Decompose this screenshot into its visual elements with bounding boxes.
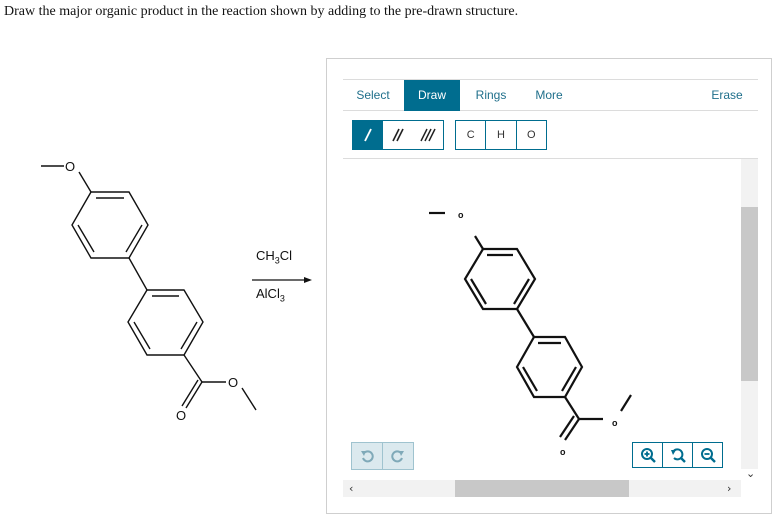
- structure-editor: Select Draw Rings More Erase C H O o o o…: [326, 58, 772, 514]
- canvas-atom-o-ester[interactable]: o: [612, 418, 618, 428]
- scroll-right-arrow-icon[interactable]: ›: [727, 482, 731, 495]
- reagent-line-2: AlCl3: [256, 286, 285, 304]
- reagent-line-1: CH3Cl: [256, 248, 293, 266]
- vertical-scrollbar[interactable]: [741, 159, 758, 469]
- zoom-in-button[interactable]: [632, 442, 663, 468]
- reaction-arrow: [252, 277, 312, 283]
- zoom-out-button[interactable]: [692, 442, 723, 468]
- reactant-atom-o-methoxy: O: [65, 159, 75, 174]
- scroll-down-arrow-icon[interactable]: ⌄: [746, 467, 755, 480]
- undo-icon: [361, 450, 374, 463]
- redo-button[interactable]: [382, 442, 414, 470]
- horizontal-scroll-thumb[interactable]: [455, 480, 629, 497]
- canvas-atom-o-carbonyl[interactable]: o: [560, 447, 566, 457]
- canvas-atom-o-methoxy[interactable]: o: [458, 210, 464, 220]
- undo-button[interactable]: [351, 442, 383, 470]
- reactant-atom-o-ester: O: [228, 375, 238, 390]
- reactant-structure: O O O: [41, 159, 257, 423]
- reactant-atom-o-carbonyl: O: [176, 408, 186, 423]
- vertical-scroll-thumb[interactable]: [741, 207, 758, 381]
- zoom-reset-icon: [670, 448, 686, 463]
- zoom-in-icon: [640, 448, 656, 463]
- horizontal-scrollbar[interactable]: [343, 480, 741, 497]
- zoom-reset-button[interactable]: [662, 442, 693, 468]
- redo-icon: [391, 450, 404, 463]
- scroll-left-arrow-icon[interactable]: ‹: [349, 482, 353, 495]
- zoom-group: [632, 442, 723, 468]
- undo-redo-group: [351, 442, 414, 470]
- zoom-out-icon: [700, 448, 716, 463]
